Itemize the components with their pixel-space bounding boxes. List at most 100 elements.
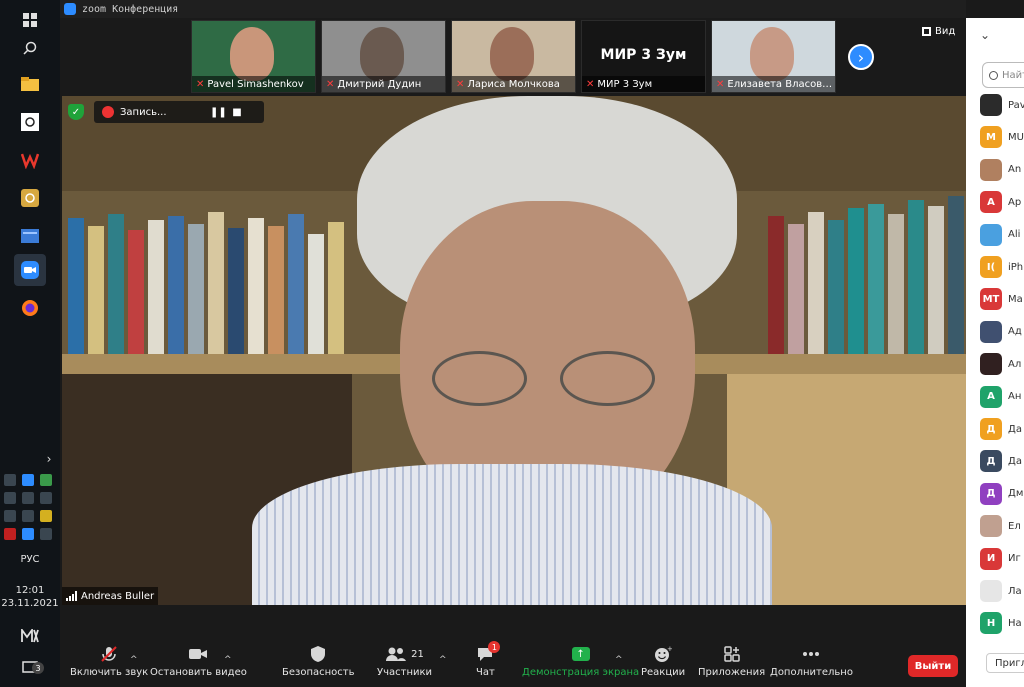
pause-recording-icon[interactable]: ❚❚ — [210, 107, 227, 118]
pen-tray-icon[interactable] — [22, 528, 34, 540]
leave-meeting-button[interactable]: Выйти — [908, 655, 958, 677]
book — [268, 226, 284, 354]
participant-label: ✕ Елизавета Власова УП... — [712, 76, 835, 92]
security-button[interactable]: Безопасность — [282, 645, 355, 678]
taskbar-clock[interactable]: 12:01 23.11.2021 — [0, 584, 60, 610]
film-tray-icon[interactable] — [22, 492, 34, 504]
participant-list-name: Ан — [1008, 391, 1022, 403]
audio-options-caret-icon[interactable]: ^ — [130, 655, 138, 665]
zoom-tray-icon[interactable] — [22, 474, 34, 486]
book — [88, 226, 104, 354]
participant-list-name: Ali — [1008, 229, 1021, 241]
share-screen-icon: ↑ — [571, 645, 590, 663]
participant-thumbnail[interactable]: МИР 3 Зум ✕ МИР 3 Зум — [581, 20, 706, 93]
invite-button[interactable]: Пригл — [986, 653, 1024, 673]
svg-text:+: + — [667, 645, 672, 653]
firefox-icon[interactable] — [14, 292, 46, 324]
participant-thumbnail[interactable]: ✕ Дмитрий Дудин — [321, 20, 446, 93]
speaker-shirt — [252, 464, 772, 605]
book — [788, 224, 804, 354]
participant-thumbnail[interactable]: ✕ Лариса Молчкова — [451, 20, 576, 93]
display-tray-icon[interactable] — [40, 528, 52, 540]
avatar — [980, 223, 1002, 246]
reactions-smiley-icon: + — [654, 645, 672, 663]
participant-list-item[interactable]: An — [980, 158, 1021, 181]
reactions-button[interactable]: + Реакции — [641, 645, 685, 678]
notifications-icon[interactable]: 3 — [14, 652, 46, 684]
avatar: MT — [980, 288, 1002, 311]
folder-icon[interactable] — [14, 220, 46, 252]
participants-options-caret-icon[interactable]: ^ — [439, 655, 447, 665]
participant-list-item[interactable]: MT Ma — [980, 288, 1023, 311]
reactions-label: Реакции — [641, 667, 686, 678]
chat-bubble-icon: 1 — [476, 641, 501, 663]
excel-tray-icon[interactable] — [40, 474, 52, 486]
participant-list-name: Ад — [1008, 326, 1022, 338]
search-icon[interactable] — [14, 32, 46, 64]
avatar: И — [980, 547, 1002, 570]
document-tray-icon[interactable] — [4, 510, 16, 522]
participant-thumbnail[interactable]: ✕ Елизавета Власова УП... — [711, 20, 836, 93]
participant-list-item[interactable]: И Иг — [980, 547, 1021, 570]
book — [328, 222, 344, 354]
apps-button[interactable]: Приложения — [698, 645, 765, 678]
apps-label: Приложения — [698, 667, 766, 678]
next-page-arrow-icon[interactable]: › — [848, 44, 874, 70]
participant-display-text: МИР 3 Зум — [600, 47, 687, 63]
participant-list-item[interactable]: A Ан — [980, 385, 1022, 408]
participant-label: ✕ Дмитрий Дудин — [322, 76, 445, 92]
zoom-taskbar-icon[interactable] — [14, 254, 46, 286]
participant-list-item[interactable]: A Ар — [980, 191, 1021, 214]
participant-list-item[interactable]: Ali — [980, 223, 1021, 246]
battery-tray-icon[interactable] — [4, 528, 16, 540]
book — [848, 208, 864, 354]
wps-office-icon[interactable] — [14, 144, 46, 176]
video-options-caret-icon[interactable]: ^ — [224, 655, 232, 665]
tray-row-4 — [4, 528, 52, 540]
microphone-tray-icon[interactable] — [4, 474, 16, 486]
tray-expand-chevron-icon[interactable]: › — [40, 450, 58, 468]
file-explorer-icon[interactable] — [14, 68, 46, 100]
participant-list-item[interactable]: Д Дм — [980, 482, 1023, 505]
speaker-label: Andreas Buller — [62, 587, 159, 605]
network-tray-icon[interactable] — [4, 492, 16, 504]
more-label: Дополнительно — [770, 667, 853, 678]
active-speaker-video[interactable]: ✓ Запись... ❚❚ ■ Andreas Buller — [62, 96, 966, 605]
book — [928, 206, 944, 354]
participants-button[interactable]: 21 Участники — [377, 645, 432, 678]
participant-list-item[interactable]: Ла — [980, 580, 1022, 602]
ig-app-icon[interactable] — [14, 106, 46, 138]
collapse-panel-chevron-icon[interactable]: ⌄ — [980, 28, 990, 42]
participant-list-item[interactable]: Н На — [980, 612, 1022, 635]
participant-list-item[interactable]: Ал — [980, 353, 1021, 376]
participant-list-item[interactable]: M MU — [980, 126, 1024, 149]
participant-list-item[interactable]: Ел — [980, 515, 1021, 538]
participant-list-item[interactable]: I(iPh — [980, 256, 1023, 278]
participant-search-input[interactable]: Найт — [982, 62, 1024, 88]
alert-tray-icon[interactable] — [40, 492, 52, 504]
language-indicator[interactable]: РУС — [0, 554, 60, 565]
stop-video-button[interactable]: Остановить видео — [150, 645, 247, 678]
encryption-shield-icon[interactable]: ✓ — [68, 104, 84, 120]
participant-thumbnail[interactable]: ✕ Pavel Simashenkov — [191, 20, 316, 93]
participant-list-item[interactable]: Ад — [980, 320, 1022, 343]
stop-video-label: Остановить видео — [150, 667, 247, 678]
participant-list-item[interactable]: Д Да — [980, 450, 1022, 473]
avatar: Н — [980, 612, 1002, 635]
more-dots-icon — [802, 645, 820, 663]
shield-tray-icon[interactable] — [40, 510, 52, 522]
view-button[interactable]: Вид — [922, 26, 955, 37]
participant-list-item[interactable]: Pav — [980, 94, 1024, 116]
avatar: Д — [980, 482, 1002, 505]
avatar: M — [980, 126, 1002, 149]
mail-app-icon[interactable] — [14, 182, 46, 214]
stop-recording-icon[interactable]: ■ — [230, 107, 244, 118]
chat-button[interactable]: 1 Чат — [476, 641, 501, 678]
usb-tray-icon[interactable] — [22, 510, 34, 522]
more-button[interactable]: Дополнительно — [770, 645, 853, 678]
mx-app-icon[interactable] — [14, 620, 46, 652]
share-options-caret-icon[interactable]: ^ — [615, 655, 623, 665]
participant-list-name: Pav — [1008, 99, 1024, 111]
participant-list-item[interactable]: Д Да — [980, 418, 1022, 440]
book — [168, 216, 184, 354]
